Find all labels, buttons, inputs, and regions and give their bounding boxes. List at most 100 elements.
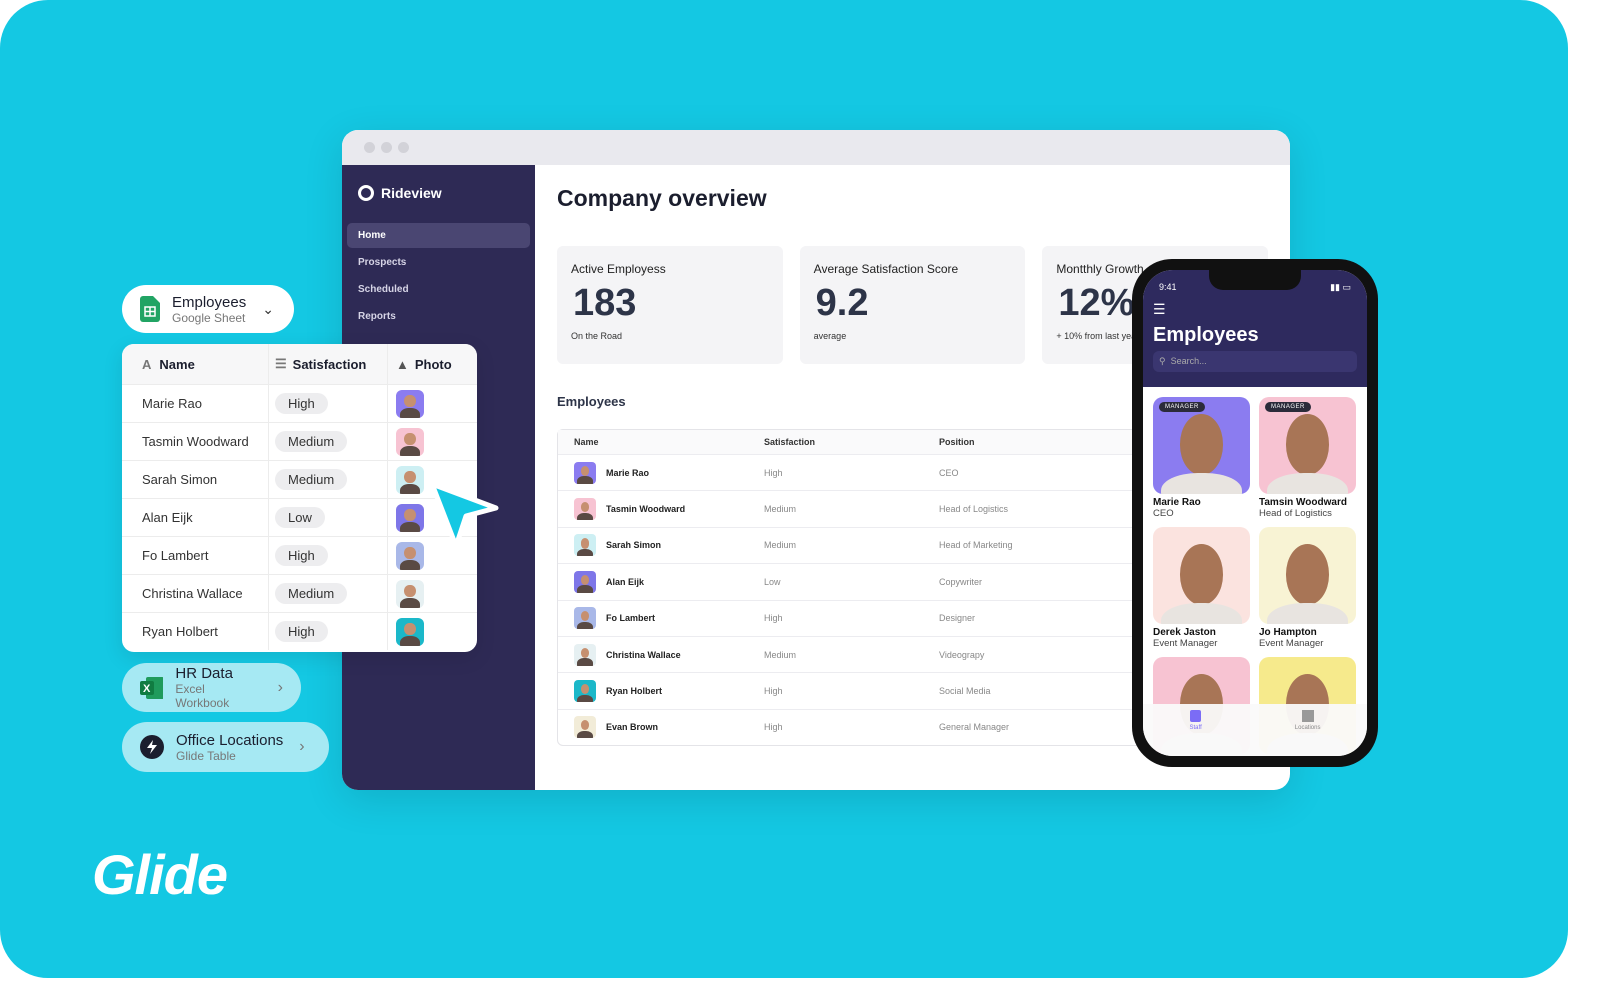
name-cell[interactable]: Alan Eijk	[122, 499, 269, 536]
search-input[interactable]: ⚲ Search...	[1153, 351, 1357, 372]
table-row[interactable]: Fo Lambert High Designer	[558, 599, 1196, 636]
satisfaction-tag[interactable]: Low	[275, 507, 325, 528]
status-time: 9:41	[1159, 282, 1177, 292]
col-header[interactable]: Satisfaction	[293, 357, 367, 372]
page-title: Company overview	[557, 185, 767, 211]
window-dot[interactable]	[398, 142, 409, 153]
phone-notch	[1209, 270, 1301, 290]
sidebar-item-prospects[interactable]: Prospects	[347, 250, 530, 275]
satisfaction: Low	[764, 576, 781, 587]
satisfaction-tag[interactable]: High	[275, 393, 328, 414]
window-dot[interactable]	[364, 142, 375, 153]
satisfaction: Medium	[764, 540, 797, 551]
stat-value: 183	[573, 282, 637, 324]
image-column-icon: ▲	[396, 356, 409, 372]
sheet-row[interactable]: Tasmin Woodward Medium	[122, 422, 477, 460]
satisfaction: High	[764, 467, 783, 478]
source-type: Excel Workbook	[175, 682, 230, 710]
employee-role: CEO	[1153, 508, 1174, 519]
name-cell[interactable]: Marie Rao	[122, 385, 269, 422]
photo-cell[interactable]	[396, 541, 424, 570]
sidebar-item-home[interactable]: Home	[347, 223, 530, 248]
photo-cell[interactable]	[396, 427, 424, 456]
table-row[interactable]: Ryan Holbert High Social Media	[558, 672, 1196, 708]
satisfaction-tag[interactable]: High	[275, 621, 328, 642]
brand-logo-icon	[358, 185, 374, 201]
table-row[interactable]: Christina Wallace Medium Videograpy	[558, 635, 1196, 672]
photo-cell[interactable]	[396, 579, 424, 608]
chevron-right-icon[interactable]: ›	[278, 679, 283, 697]
title-bar	[342, 130, 1290, 165]
hamburger-menu-icon[interactable]: ☰	[1153, 301, 1357, 318]
table-row[interactable]: Alan Eijk Low Copywriter	[558, 563, 1196, 599]
satisfaction-tag[interactable]: Medium	[275, 431, 348, 452]
tab-locations[interactable]: Locations	[1295, 710, 1320, 756]
sheet-row[interactable]: Christina Wallace Medium	[122, 574, 477, 612]
photo-cell[interactable]	[396, 465, 424, 494]
col-header[interactable]: Satisfaction	[764, 437, 939, 447]
brand-name: Rideview	[381, 185, 442, 201]
sidebar-item-scheduled[interactable]: Scheduled	[347, 277, 530, 302]
source-type: Google Sheet	[172, 310, 246, 325]
sidebar-item-reports[interactable]: Reports	[347, 304, 530, 329]
cursor-icon	[429, 481, 499, 549]
satisfaction-tag[interactable]: Medium	[275, 583, 348, 604]
position: CEO	[939, 467, 959, 478]
avatar	[574, 461, 596, 484]
employee-name: Tasmin Woodward	[606, 504, 686, 515]
employee-name: Jo Hampton	[1259, 627, 1317, 638]
brand[interactable]: Rideview	[347, 185, 530, 201]
sheet-row[interactable]: Fo Lambert High	[122, 536, 477, 574]
sheet-row[interactable]: Alan Eijk Low	[122, 498, 477, 536]
col-header[interactable]: Name	[159, 357, 194, 372]
table-row[interactable]: Sarah Simon Medium Head of Marketing	[558, 526, 1196, 563]
status-icons: ▮▮ ▭	[1330, 282, 1351, 292]
avatar	[574, 570, 596, 593]
sheet-row[interactable]: Marie Rao High	[122, 384, 477, 422]
glide-icon	[140, 735, 164, 759]
name-cell[interactable]: Fo Lambert	[122, 537, 269, 574]
col-header[interactable]: Photo	[415, 357, 452, 372]
name-cell[interactable]: Christina Wallace	[122, 575, 269, 612]
sheet-row[interactable]: Sarah Simon Medium	[122, 460, 477, 498]
stat-sub: average	[813, 331, 847, 341]
employee-card[interactable]: Jo Hampton Event Manager	[1259, 527, 1356, 649]
table-row[interactable]: Tasmin Woodward Medium Head of Logistics	[558, 490, 1196, 526]
position: Head of Logistics	[939, 504, 1009, 515]
name-cell[interactable]: Tasmin Woodward	[122, 423, 269, 460]
manager-badge: MANAGER	[1159, 402, 1205, 412]
table-row[interactable]: Evan Brown High General Manager	[558, 708, 1196, 745]
col-header[interactable]: Position	[939, 437, 975, 447]
photo-cell[interactable]	[396, 389, 424, 418]
chevron-down-icon[interactable]: ⌄	[262, 301, 274, 318]
sheet-header: A Name ☰ Satisfaction ▲ Photo	[122, 344, 477, 384]
source-hr-data[interactable]: X HR Data Excel Workbook ›	[122, 663, 301, 712]
text-column-icon: A	[142, 356, 152, 372]
position: Copywriter	[939, 576, 983, 587]
name-cell[interactable]: Ryan Holbert	[122, 613, 269, 650]
employee-photo	[1259, 527, 1356, 624]
window-dot[interactable]	[381, 142, 392, 153]
satisfaction-tag[interactable]: Medium	[275, 469, 348, 490]
sheet-row[interactable]: Ryan Holbert High	[122, 612, 477, 650]
photo-cell[interactable]	[396, 503, 424, 532]
employee-card[interactable]: Derek Jaston Event Manager	[1153, 527, 1250, 649]
chevron-right-icon[interactable]: ›	[299, 738, 304, 756]
satisfaction-tag[interactable]: High	[275, 545, 328, 566]
position: Designer	[939, 613, 976, 624]
table-row[interactable]: Marie Rao High CEO	[558, 454, 1196, 490]
avatar	[574, 534, 596, 557]
employee-name: Fo Lambert	[606, 613, 656, 624]
employee-card[interactable]: MANAGER Tamsin Woodward Head of Logistics	[1259, 397, 1356, 519]
stat-card: Active Employess 183 On the Road	[557, 246, 783, 364]
name-cell[interactable]: Sarah Simon	[122, 461, 269, 498]
satisfaction: High	[764, 722, 783, 733]
employee-card[interactable]: MANAGER Marie Rao CEO	[1153, 397, 1250, 519]
stat-value: 9.2	[815, 282, 869, 324]
photo-cell[interactable]	[396, 617, 424, 646]
source-office-locations[interactable]: Office Locations Glide Table ›	[122, 722, 329, 772]
source-employees[interactable]: Employees Google Sheet ⌄	[122, 285, 294, 333]
col-header[interactable]: Name	[558, 437, 764, 447]
tab-staff[interactable]: Staff	[1190, 710, 1202, 756]
tab-label: Staff	[1189, 725, 1202, 731]
